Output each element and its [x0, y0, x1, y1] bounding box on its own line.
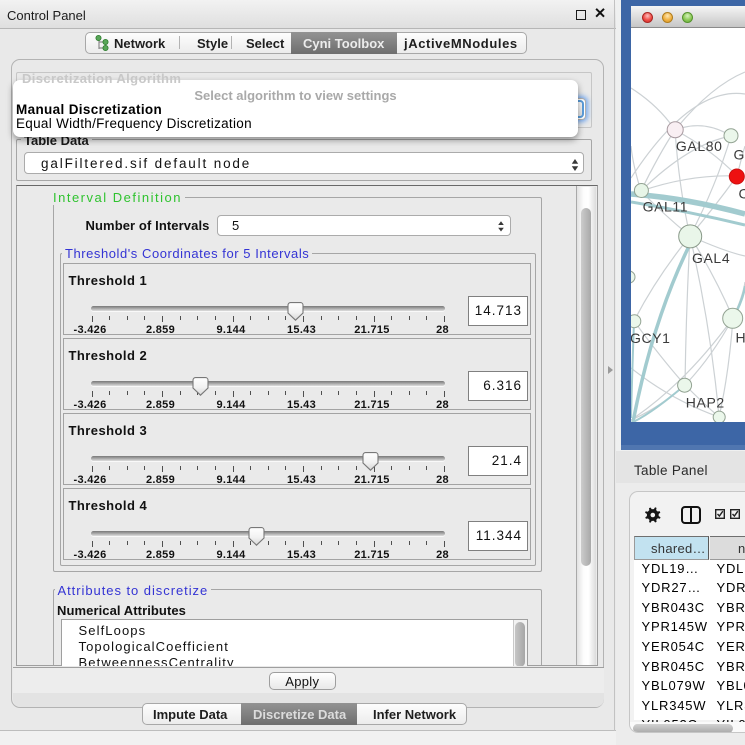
svg-text:GAL80: GAL80 [676, 138, 723, 154]
svg-text:GCY1: GCY1 [631, 330, 671, 346]
svg-text:HAP2: HAP2 [686, 395, 725, 411]
svg-text:GAL4: GAL4 [692, 250, 730, 266]
svg-text:C: C [739, 186, 745, 202]
svg-text:GAL11: GAL11 [643, 199, 689, 215]
svg-text:G.: G. [734, 147, 745, 163]
svg-text:H: H [736, 330, 745, 346]
